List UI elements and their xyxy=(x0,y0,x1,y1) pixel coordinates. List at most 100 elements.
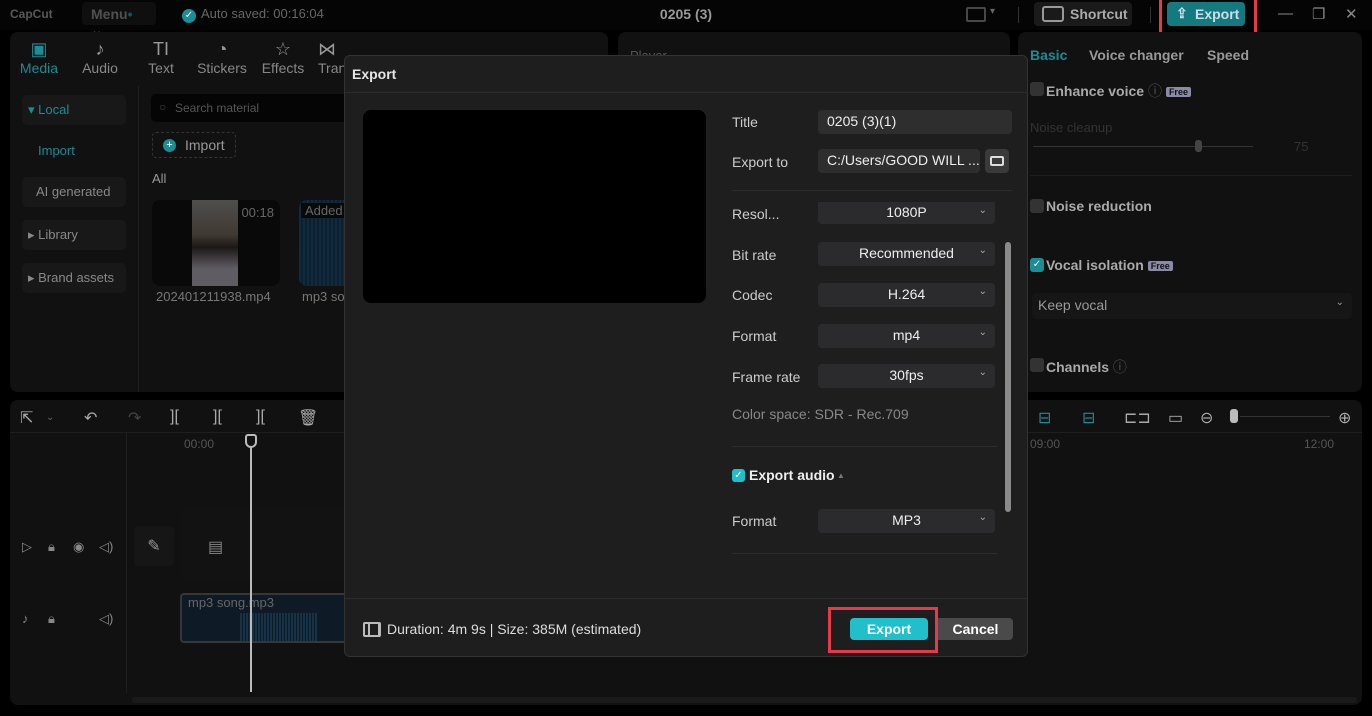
media-thumbnail-audio[interactable]: Added xyxy=(299,200,349,286)
export-path-input[interactable]: C:/Users/GOOD WILL ... xyxy=(818,149,980,173)
chevron-down-icon: ⌄ xyxy=(1335,297,1344,308)
settings-scrollbar[interactable] xyxy=(1005,242,1011,512)
bitrate-select[interactable]: Recommended ⌄ xyxy=(818,242,995,266)
channels-checkbox[interactable] xyxy=(1030,358,1044,372)
preview-axis-icon[interactable]: ▭ xyxy=(1168,408,1183,428)
media-thumbnail-video[interactable]: 00:18 xyxy=(152,200,280,286)
slider-handle[interactable] xyxy=(1195,140,1202,152)
enhance-voice-label: Enhance voice ⓘ Free xyxy=(1046,81,1191,101)
minimize-icon[interactable]: — xyxy=(1278,5,1293,22)
help-icon[interactable]: ⓘ xyxy=(1148,83,1162,99)
close-icon[interactable]: ✕ xyxy=(1345,5,1358,23)
cover-edit-button[interactable]: ✎ xyxy=(134,526,174,566)
sidebar-item-import[interactable]: Import xyxy=(22,136,126,166)
sidebar-label: Library xyxy=(38,227,78,242)
undo-icon[interactable]: ↶ xyxy=(84,408,97,428)
codec-select[interactable]: H.264 ⌄ xyxy=(818,283,995,307)
tab-text[interactable]: TI Text xyxy=(136,38,186,76)
noise-cleanup-value[interactable]: 75 xyxy=(1294,139,1308,154)
format-select[interactable]: mp4 ⌄ xyxy=(818,324,995,348)
chevron-down-icon: ⌄ xyxy=(978,367,987,378)
clip-name: mp3 song.mp3 xyxy=(188,595,274,610)
eye-icon[interactable]: ◉ xyxy=(73,539,84,555)
title-input[interactable]: 0205 (3)(1) xyxy=(818,110,1012,134)
shortcut-label: Shortcut xyxy=(1070,6,1128,22)
sidebar-item-ai-generated[interactable]: AI generated xyxy=(22,177,126,207)
help-icon[interactable]: ⓘ xyxy=(1113,359,1127,375)
select-value: Keep vocal xyxy=(1038,297,1108,313)
media-icon: ▣ xyxy=(30,39,48,59)
sidebar-item-library[interactable]: ▸ Library xyxy=(22,220,126,250)
tab-stickers[interactable]: ◔ Stickers xyxy=(196,38,248,76)
chevron-down-icon: ⌄ xyxy=(978,286,987,297)
framerate-select[interactable]: 30fps ⌄ xyxy=(818,364,995,388)
import-button[interactable]: + Import xyxy=(152,132,236,158)
zoom-slider[interactable] xyxy=(1240,416,1330,417)
split-preview-icon[interactable]: ⊏⊐ xyxy=(1124,408,1151,428)
chevron-down-icon[interactable]: ▾ xyxy=(990,6,995,17)
speaker-icon[interactable]: ◁) xyxy=(99,539,113,555)
chevron-down-icon: ⌄ xyxy=(978,327,987,338)
resolution-select[interactable]: 1080P ⌄ xyxy=(818,202,995,224)
search-input[interactable]: ○ Search material xyxy=(151,94,351,122)
title-bar: CapCut Menu• ⌄ ✓ Auto saved: 00:16:04 020… xyxy=(0,0,1372,38)
ruler-label: 12:00 xyxy=(1304,437,1335,451)
redo-icon[interactable]: ↷ xyxy=(128,408,141,428)
noise-reduction-checkbox[interactable] xyxy=(1030,199,1044,213)
select-cursor-icon[interactable]: ⇱ xyxy=(20,408,33,428)
playhead[interactable] xyxy=(250,436,252,692)
sidebar-item-local[interactable]: ▾ Local xyxy=(22,95,126,125)
split-right-icon[interactable]: ][ xyxy=(256,408,265,426)
effects-icon: ☆ xyxy=(274,39,292,59)
zoom-in-icon[interactable]: ⊕ xyxy=(1338,408,1351,428)
delete-icon[interactable]: 🗑 xyxy=(298,408,318,428)
cancel-button[interactable]: Cancel xyxy=(938,618,1013,640)
collapse-caret-icon[interactable]: ▲ xyxy=(837,471,845,480)
export-audio-checkbox[interactable]: ✓ xyxy=(732,469,745,482)
sidebar-label: Brand assets xyxy=(38,270,115,285)
tab-basic[interactable]: Basic xyxy=(1030,47,1067,63)
link-icon[interactable]: ⊟ xyxy=(1082,408,1095,428)
divider xyxy=(732,190,1012,191)
shortcut-button[interactable]: Shortcut xyxy=(1034,2,1132,26)
tab-voice-changer[interactable]: Voice changer xyxy=(1089,47,1184,63)
split-left-icon[interactable]: ][ xyxy=(213,408,222,426)
chevron-down-icon[interactable]: ⌄ xyxy=(46,412,54,423)
resolution-label: Resol... xyxy=(732,206,780,222)
label-text: Enhance voice xyxy=(1046,83,1145,99)
vocal-isolation-checkbox[interactable]: ✓ xyxy=(1030,258,1044,272)
layout-icon[interactable] xyxy=(966,7,986,22)
timeline-scrollbar[interactable] xyxy=(132,697,1357,703)
select-value: 1080P xyxy=(886,204,927,220)
free-badge: Free xyxy=(1147,261,1173,272)
zoom-slider-handle[interactable] xyxy=(1230,409,1238,423)
select-value: Recommended xyxy=(859,245,954,261)
export-to-label: Export to xyxy=(732,154,789,170)
split-icon[interactable]: ][ xyxy=(170,408,179,426)
audio-clip[interactable]: mp3 song.mp3 xyxy=(180,593,350,643)
enhance-voice-checkbox[interactable] xyxy=(1030,82,1044,96)
tab-media[interactable]: ▣ Media xyxy=(14,38,64,76)
lock-icon[interactable]: 🔒︎ xyxy=(48,539,55,555)
tab-speed[interactable]: Speed xyxy=(1207,47,1249,63)
playhead-handle[interactable] xyxy=(245,434,257,448)
video-thumbnail-image xyxy=(192,200,238,286)
restore-icon[interactable]: ❐ xyxy=(1312,5,1325,23)
video-track-icon: ▷ xyxy=(22,539,32,554)
tab-audio[interactable]: ♪ Audio xyxy=(75,38,125,76)
vocal-isolation-select[interactable]: Keep vocal ⌄ xyxy=(1032,293,1352,319)
noise-cleanup-slider[interactable] xyxy=(1033,146,1253,147)
export-dialog: Export Title 0205 (3)(1) Export to C:/Us… xyxy=(344,55,1028,657)
magnet-icon[interactable]: ⊟ xyxy=(1038,408,1051,428)
browse-folder-button[interactable] xyxy=(985,149,1009,173)
film-icon: ▤ xyxy=(208,539,224,556)
channels-label: Channels ⓘ xyxy=(1046,357,1127,377)
noise-cleanup-label: Noise cleanup xyxy=(1030,120,1113,135)
export-audio-label: Export audio xyxy=(749,467,835,483)
sidebar-item-brand-assets[interactable]: ▸ Brand assets xyxy=(22,263,126,293)
tab-effects[interactable]: ☆ Effects xyxy=(258,38,308,76)
zoom-out-icon[interactable]: ⊖ xyxy=(1200,408,1213,428)
speaker-icon[interactable]: ◁) xyxy=(99,611,113,627)
audio-format-select[interactable]: MP3 ⌄ xyxy=(818,509,995,533)
lock-icon[interactable]: 🔒︎ xyxy=(48,611,55,627)
